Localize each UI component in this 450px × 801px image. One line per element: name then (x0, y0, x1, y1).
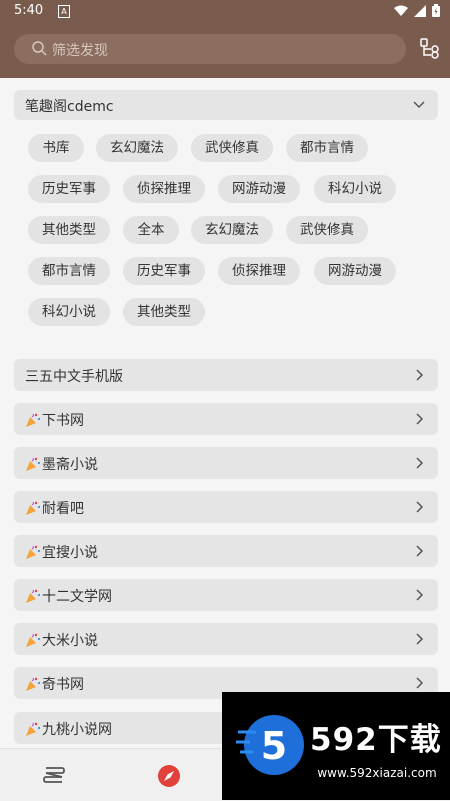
source-label: 大米小说 (25, 630, 98, 650)
group-title: 笔趣阁cdemc (25, 99, 114, 115)
party-popper-icon (26, 457, 41, 471)
party-popper-icon (26, 545, 41, 559)
source-label: 墨斋小说 (25, 454, 98, 474)
source-label: 奇书网 (25, 674, 84, 694)
watermark-brand: 592下载 (310, 722, 442, 758)
chevron-right-icon (416, 589, 424, 601)
tag-chip[interactable]: 侦探推理 (218, 257, 300, 285)
search-input[interactable]: 筛选发现 (14, 34, 406, 64)
source-row[interactable]: 下书网 (14, 403, 438, 435)
592-logo-icon: 5 (236, 715, 304, 775)
tag-chip[interactable]: 其他类型 (123, 298, 205, 326)
signal-icon (414, 4, 426, 17)
chevron-right-icon (416, 633, 424, 645)
party-popper-icon (26, 633, 41, 647)
chevron-down-icon (413, 101, 425, 109)
source-row[interactable]: 十二文学网 (14, 579, 438, 611)
tag-chip[interactable]: 其他类型 (28, 216, 110, 244)
tag-chip[interactable]: 武侠修真 (191, 134, 273, 162)
tag-chip[interactable]: 科幻小说 (28, 298, 110, 326)
source-label: 九桃小说网 (25, 719, 112, 739)
tag-chip[interactable]: 科幻小说 (314, 175, 396, 203)
tag-chip[interactable]: 历史军事 (28, 175, 110, 203)
chevron-right-icon (416, 545, 424, 557)
notification-a-icon: A (58, 5, 70, 18)
chevron-right-icon (416, 413, 424, 425)
bookshelf-icon[interactable] (42, 765, 66, 787)
source-label: 耐看吧 (25, 498, 84, 518)
party-popper-icon (26, 677, 41, 691)
system-icons (394, 4, 440, 17)
tag-chip[interactable]: 历史军事 (123, 257, 205, 285)
tag-chip[interactable]: 玄幻魔法 (96, 134, 178, 162)
tag-chip[interactable]: 全本 (123, 216, 179, 244)
chevron-right-icon (416, 501, 424, 513)
chevron-right-icon (416, 369, 424, 381)
group-header-biquge[interactable]: 笔趣阁cdemc (14, 90, 438, 120)
tag-chip[interactable]: 书库 (28, 134, 84, 162)
watermark-url: www.592xiazai.com (317, 766, 437, 780)
party-popper-icon (26, 501, 41, 515)
source-tree-icon[interactable] (420, 37, 440, 59)
tag-chip[interactable]: 网游动漫 (314, 257, 396, 285)
tag-chip[interactable]: 都市言情 (286, 134, 368, 162)
wifi-icon (394, 5, 408, 16)
chevron-right-icon (416, 457, 424, 469)
battery-icon (432, 4, 440, 17)
search-placeholder: 筛选发现 (52, 43, 108, 59)
tag-chip[interactable]: 武侠修真 (286, 216, 368, 244)
tag-chip[interactable]: 网游动漫 (218, 175, 300, 203)
watermark-592xiazai: 5 592下载 www.592xiazai.com (222, 692, 450, 800)
chevron-right-icon (416, 677, 424, 689)
tag-chip[interactable]: 侦探推理 (123, 175, 205, 203)
tag-chip[interactable]: 玄幻魔法 (191, 216, 273, 244)
source-row[interactable]: 宜搜小说 (14, 535, 438, 567)
status-bar: 5:40 A (0, 0, 450, 22)
source-row[interactable]: 墨斋小说 (14, 447, 438, 479)
source-row[interactable]: 三五中文手机版 (14, 359, 438, 391)
app-bar: 筛选发现 (0, 22, 450, 78)
source-row[interactable]: 耐看吧 (14, 491, 438, 523)
source-label: 宜搜小说 (25, 542, 98, 562)
source-label: 三五中文手机版 (25, 369, 123, 385)
tag-chip[interactable]: 都市言情 (28, 257, 110, 285)
party-popper-icon (26, 413, 41, 427)
source-label: 十二文学网 (25, 586, 112, 606)
party-popper-icon (26, 589, 41, 603)
source-row[interactable]: 大米小说 (14, 623, 438, 655)
party-popper-icon (26, 722, 41, 736)
source-label: 下书网 (25, 410, 84, 430)
discover-list: 笔趣阁cdemc 书库 玄幻魔法 武侠修真 都市言情 历史军事 侦探推理 网游动… (0, 78, 450, 748)
explore-icon[interactable] (157, 764, 181, 788)
search-icon (32, 41, 47, 56)
logo-digit: 5 (261, 724, 287, 768)
status-time: 5:40 (14, 3, 44, 18)
